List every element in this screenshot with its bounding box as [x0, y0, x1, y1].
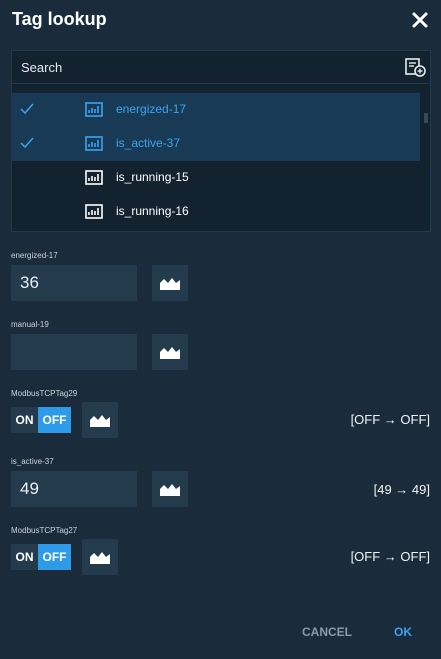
on-off-toggle[interactable]: ON OFF	[11, 544, 71, 570]
value-input[interactable]	[11, 334, 137, 370]
trend-chart-icon	[160, 347, 180, 359]
field-label: manual-19	[11, 320, 49, 329]
checkmark-icon	[20, 137, 34, 149]
toggle-off-option[interactable]: OFF	[38, 407, 71, 433]
toggle-off-option[interactable]: OFF	[38, 544, 71, 570]
trend-button[interactable]	[152, 334, 188, 370]
list-item-label: is_active-37	[116, 136, 181, 150]
tag-lookup-dialog: Tag lookup Search energized-17 is_active…	[0, 0, 441, 659]
ok-button[interactable]: OK	[394, 625, 412, 639]
list-scrollbar[interactable]	[424, 113, 428, 123]
trend-button[interactable]	[82, 539, 118, 575]
add-tag-icon[interactable]	[403, 56, 427, 78]
field-label: ModbusTCPTag29	[11, 389, 78, 398]
list-item-label: energized-17	[116, 102, 187, 116]
trend-button[interactable]	[152, 471, 188, 507]
value-readout: [49 → 49]	[373, 482, 430, 497]
tag-list-panel: Search energized-17 is_active-37 is_runn…	[11, 50, 431, 232]
field-label: ModbusTCPTag27	[11, 526, 78, 535]
search-bar[interactable]: Search	[12, 51, 430, 84]
value-input[interactable]: 36	[11, 265, 137, 301]
cancel-button[interactable]: CANCEL	[302, 625, 352, 639]
trend-button[interactable]	[82, 402, 118, 438]
list-item[interactable]: is_running-16	[12, 195, 420, 229]
trend-chart-icon	[160, 278, 180, 290]
dialog-title: Tag lookup	[12, 9, 107, 29]
value-input[interactable]: 49	[11, 471, 137, 507]
close-icon[interactable]	[411, 11, 429, 29]
checkmark-icon	[20, 103, 34, 115]
tag-chart-icon	[85, 204, 103, 219]
list-item-label: is_running-16	[116, 204, 189, 218]
trend-chart-icon	[160, 484, 180, 496]
list-item[interactable]: is_running-15	[12, 161, 420, 195]
field-label: energized-17	[11, 251, 58, 260]
search-input[interactable]: Search	[21, 60, 62, 75]
list-item[interactable]: energized-17	[12, 93, 420, 127]
value-readout: [OFF → OFF]	[350, 412, 430, 427]
tag-chart-icon	[85, 102, 103, 117]
list-item-label: is_running-15	[116, 170, 189, 184]
list-item[interactable]: is_active-37	[12, 127, 420, 161]
on-off-toggle[interactable]: ON OFF	[11, 407, 71, 433]
trend-chart-icon	[90, 415, 110, 427]
trend-chart-icon	[90, 552, 110, 564]
field-label: is_active-37	[11, 457, 54, 466]
tag-chart-icon	[85, 170, 103, 185]
value-readout: [OFF → OFF]	[350, 549, 430, 564]
tag-chart-icon	[85, 136, 103, 151]
trend-button[interactable]	[152, 265, 188, 301]
toggle-on-option[interactable]: ON	[11, 544, 38, 570]
toggle-on-option[interactable]: ON	[11, 407, 38, 433]
